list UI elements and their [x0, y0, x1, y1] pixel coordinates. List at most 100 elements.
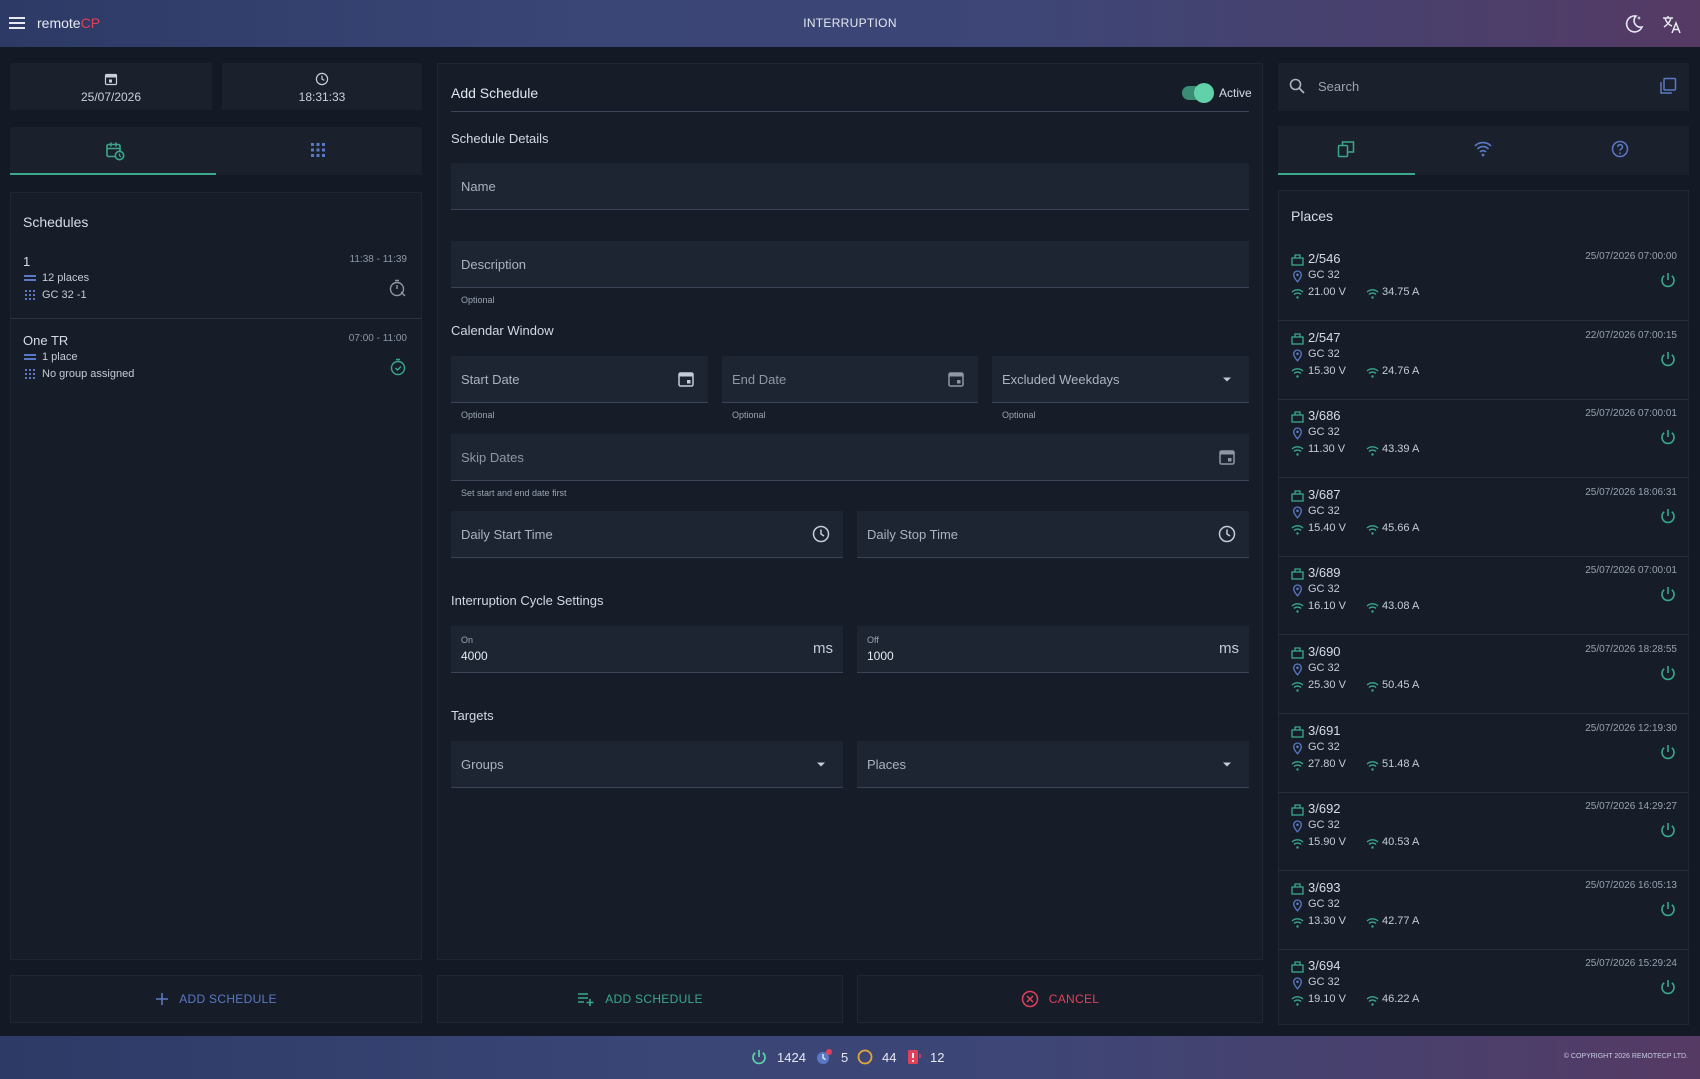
meter-icon: [1291, 882, 1304, 895]
skip-dates-placeholder: Skip Dates: [461, 450, 524, 465]
dark-mode-icon[interactable]: [1623, 13, 1645, 35]
skip-dates-input[interactable]: Skip Dates: [451, 434, 1249, 481]
schedule-time: 11:38 - 11:39: [349, 254, 407, 265]
location-icon: [1291, 506, 1304, 519]
select-all-icon[interactable]: [1659, 77, 1677, 95]
place-item[interactable]: 3/693 25/07/2026 16:05:13 GC 32 13.30 V 42.7…: [1278, 872, 1689, 950]
place-item[interactable]: 3/692 25/07/2026 14:29:27 GC 32 15.90 V 40.5…: [1278, 793, 1689, 872]
place-item[interactable]: 3/686 25/07/2026 07:00:01 GC 32 11.30 V 43.3…: [1278, 400, 1689, 479]
submit-add-schedule-button[interactable]: ADD SCHEDULE: [437, 975, 843, 1023]
place-item[interactable]: 2/547 22/07/2026 07:00:15 GC 32 15.30 V 24.7…: [1278, 322, 1689, 400]
place-item[interactable]: 3/690 25/07/2026 18:28:55 GC 32 25.30 V 50.4…: [1278, 636, 1689, 714]
description-hint: Optional: [461, 295, 495, 305]
power-icon[interactable]: [1659, 821, 1677, 839]
place-group: GC 32: [1308, 426, 1340, 439]
place-current: 42.77 A: [1382, 914, 1420, 927]
clock-icon[interactable]: [811, 524, 831, 544]
schedule-places: 1 place: [42, 351, 78, 363]
groups-select[interactable]: Groups: [451, 741, 843, 788]
timer-active-icon[interactable]: [388, 357, 408, 377]
cancel-icon: [1021, 990, 1039, 1008]
left-add-schedule-button[interactable]: ADD SCHEDULE: [10, 975, 422, 1023]
location-icon: [1291, 741, 1304, 755]
power-icon[interactable]: [1659, 271, 1677, 289]
search-bar[interactable]: Search: [1278, 63, 1689, 111]
meter-icon: [1291, 253, 1304, 266]
cancel-button[interactable]: CANCEL: [857, 975, 1263, 1023]
voltage-signal-icon: [1291, 523, 1304, 536]
current-time: 18:31:33: [298, 90, 346, 104]
active-toggle[interactable]: [1182, 83, 1214, 103]
tab-help[interactable]: [1610, 139, 1630, 159]
place-timestamp: 25/07/2026 18:06:31: [1585, 486, 1677, 498]
meter-icon: [1291, 960, 1304, 974]
off-duration-input[interactable]: Off 1000 ms: [857, 626, 1249, 673]
excluded-weekdays-select[interactable]: Excluded Weekdays: [992, 356, 1249, 403]
place-id: 3/687: [1308, 486, 1341, 502]
power-icon[interactable]: [1659, 664, 1677, 682]
pending-icon: [856, 1048, 874, 1066]
clock-icon[interactable]: [1217, 524, 1237, 544]
schedule-group: No group assigned: [42, 368, 135, 380]
end-date-input[interactable]: End Date: [722, 356, 978, 403]
power-icon[interactable]: [1659, 585, 1677, 603]
location-icon: [1291, 977, 1304, 991]
place-voltage: 15.40 V: [1308, 521, 1346, 534]
group-icon: [24, 368, 36, 380]
calendar-picker-icon[interactable]: [1217, 447, 1237, 467]
skip-dates-hint: Set start and end date first: [461, 488, 567, 498]
place-item[interactable]: 3/687 25/07/2026 18:06:31 GC 32 15.40 V 45.6…: [1278, 479, 1689, 557]
place-voltage: 13.30 V: [1308, 914, 1346, 927]
place-group: GC 32: [1308, 583, 1340, 596]
place-item[interactable]: 3/694 25/07/2026 15:29:24 GC 32 19.10 V 46.2…: [1278, 950, 1689, 1028]
current-signal-icon: [1366, 444, 1379, 457]
power-icon[interactable]: [1659, 350, 1677, 368]
name-input[interactable]: Name: [451, 163, 1249, 210]
excluded-weekdays-hint: Optional: [1002, 410, 1036, 420]
daily-stop-time-input[interactable]: Daily Stop Time: [857, 511, 1249, 558]
timer-off-icon[interactable]: [388, 278, 408, 298]
place-item[interactable]: 3/691 25/07/2026 12:19:30 GC 32 27.80 V 51.4…: [1278, 715, 1689, 793]
start-date-hint: Optional: [461, 410, 495, 420]
menu-icon[interactable]: [7, 13, 27, 33]
calendar-picker-icon[interactable]: [676, 369, 696, 389]
top-app-bar: remoteCP INTERRUPTION: [0, 0, 1700, 47]
power-icon[interactable]: [1659, 900, 1677, 918]
description-input[interactable]: Description: [451, 241, 1249, 288]
place-item[interactable]: 2/546 25/07/2026 07:00:00 GC 32 21.00 V 34.7…: [1278, 243, 1689, 321]
power-icon[interactable]: [1659, 978, 1677, 996]
current-signal-icon: [1366, 680, 1379, 693]
start-date-input[interactable]: Start Date: [451, 356, 708, 403]
place-item[interactable]: 3/689 25/07/2026 07:00:01 GC 32 16.10 V 43.0…: [1278, 557, 1689, 636]
tab-signal[interactable]: [1473, 139, 1493, 159]
meter-icon: [1291, 803, 1304, 816]
schedule-item[interactable]: 1 11:38 - 11:39 12 places GC 32 -1: [10, 250, 422, 318]
place-voltage: 19.10 V: [1308, 993, 1346, 1006]
daily-start-time-placeholder: Daily Start Time: [461, 527, 553, 542]
current-signal-icon: [1366, 759, 1379, 772]
targets-title: Targets: [451, 708, 494, 723]
places-select[interactable]: Places: [857, 741, 1249, 788]
schedule-item[interactable]: One TR 07:00 - 11:00 1 place No group as…: [10, 329, 422, 397]
power-icon[interactable]: [1659, 428, 1677, 446]
power-icon[interactable]: [1659, 507, 1677, 525]
brand-logo[interactable]: remoteCP: [37, 15, 100, 31]
on-duration-input[interactable]: On 4000 ms: [451, 626, 843, 673]
calendar-picker-icon[interactable]: [946, 369, 966, 389]
power-icon[interactable]: [1659, 743, 1677, 761]
place-voltage: 15.30 V: [1308, 364, 1346, 377]
daily-start-time-input[interactable]: Daily Start Time: [451, 511, 843, 558]
translate-icon[interactable]: [1661, 13, 1683, 35]
tab-groups[interactable]: [309, 141, 327, 159]
tab-places[interactable]: [1336, 139, 1356, 159]
search-input[interactable]: Search: [1318, 79, 1359, 94]
schedule-places: 12 places: [42, 272, 90, 284]
tab-schedules[interactable]: [104, 140, 126, 162]
dropdown-arrow-icon: [811, 754, 831, 774]
place-voltage: 11.30 V: [1308, 443, 1346, 456]
on-unit: ms: [813, 640, 833, 657]
voltage-signal-icon: [1291, 837, 1304, 850]
place-group: GC 32: [1308, 504, 1340, 517]
current-signal-icon: [1366, 837, 1379, 850]
left-add-schedule-label: ADD SCHEDULE: [179, 992, 277, 1006]
